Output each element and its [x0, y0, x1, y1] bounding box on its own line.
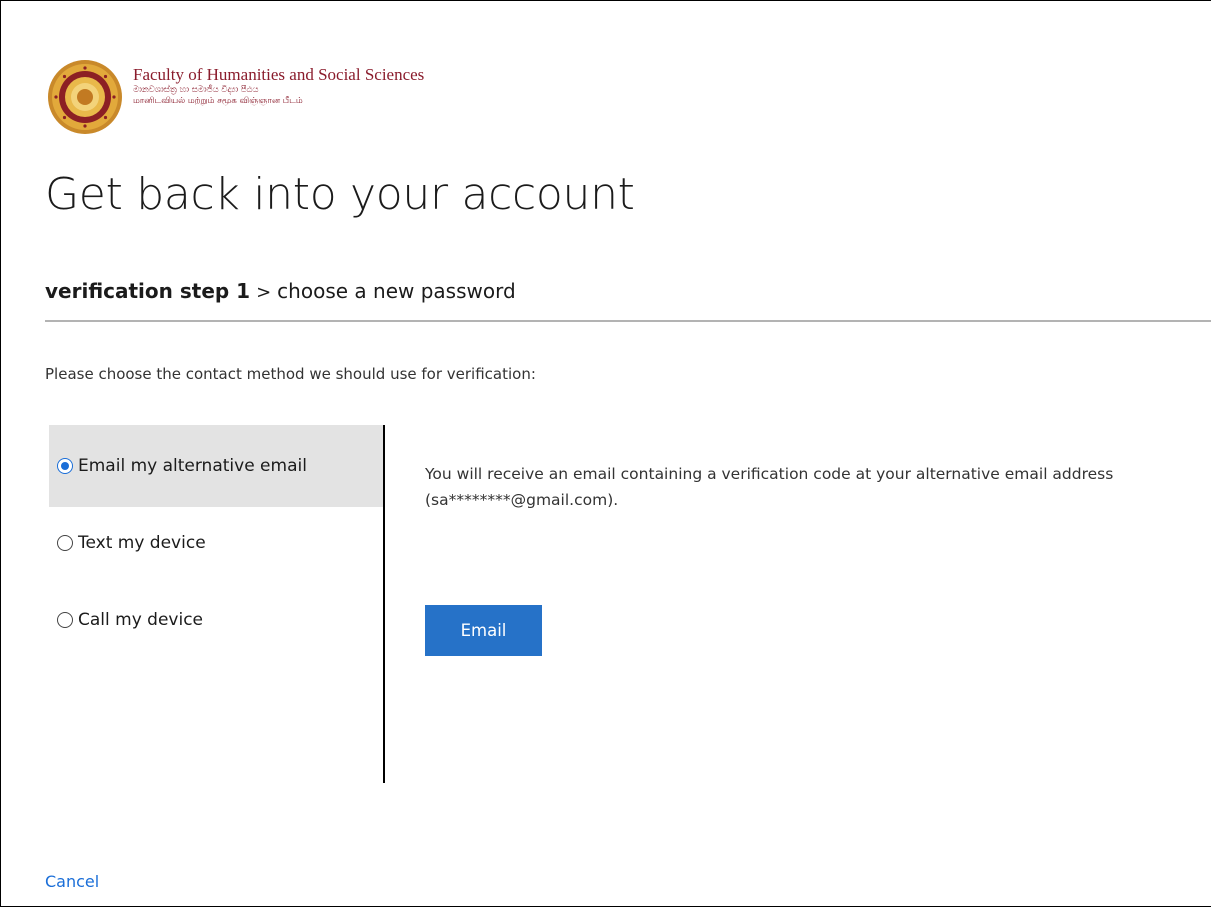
faculty-name-tamil: மானிடவியல் மற்றும் சமூக விஞ்ஞான பீடம்	[133, 96, 303, 106]
option-call-device[interactable]: Call my device	[49, 579, 383, 661]
contact-method-list: Email my alternative email Text my devic…	[49, 425, 385, 783]
faculty-name-sinhala: මානවශාස්ත්‍ර හා සමාජීය විද්‍යා පීඨය	[133, 85, 259, 95]
email-button[interactable]: Email	[425, 605, 542, 656]
radio-unselected-icon[interactable]	[57, 612, 73, 628]
radio-selected-icon[interactable]	[57, 458, 73, 474]
brand-header: Faculty of Humanities and Social Science…	[47, 59, 424, 135]
cancel-link[interactable]: Cancel	[45, 872, 99, 891]
faculty-name: Faculty of Humanities and Social Science…	[133, 65, 425, 84]
option-label: Text my device	[78, 533, 206, 553]
method-description: You will receive an email containing a v…	[425, 465, 1114, 509]
breadcrumb: verification step 1 > choose a new passwor…	[45, 279, 516, 303]
instruction-text: Please choose the contact method we shou…	[45, 365, 536, 383]
breadcrumb-current-step: verification step 1	[45, 279, 251, 303]
option-label: Email my alternative email	[78, 456, 307, 476]
option-text-device[interactable]: Text my device	[49, 507, 383, 579]
breadcrumb-separator: >	[256, 282, 272, 303]
breadcrumb-next-step: choose a new password	[277, 279, 516, 303]
page-title: Get back into your account	[45, 169, 635, 220]
page-frame: Faculty of Humanities and Social Science…	[0, 0, 1211, 907]
option-email-alternative[interactable]: Email my alternative email	[49, 425, 383, 507]
brand-text: Faculty of Humanities and Social Science…	[133, 65, 424, 107]
university-seal-icon	[48, 60, 122, 134]
header-divider	[45, 320, 1211, 322]
option-label: Call my device	[78, 610, 204, 630]
radio-unselected-icon[interactable]	[57, 535, 73, 551]
